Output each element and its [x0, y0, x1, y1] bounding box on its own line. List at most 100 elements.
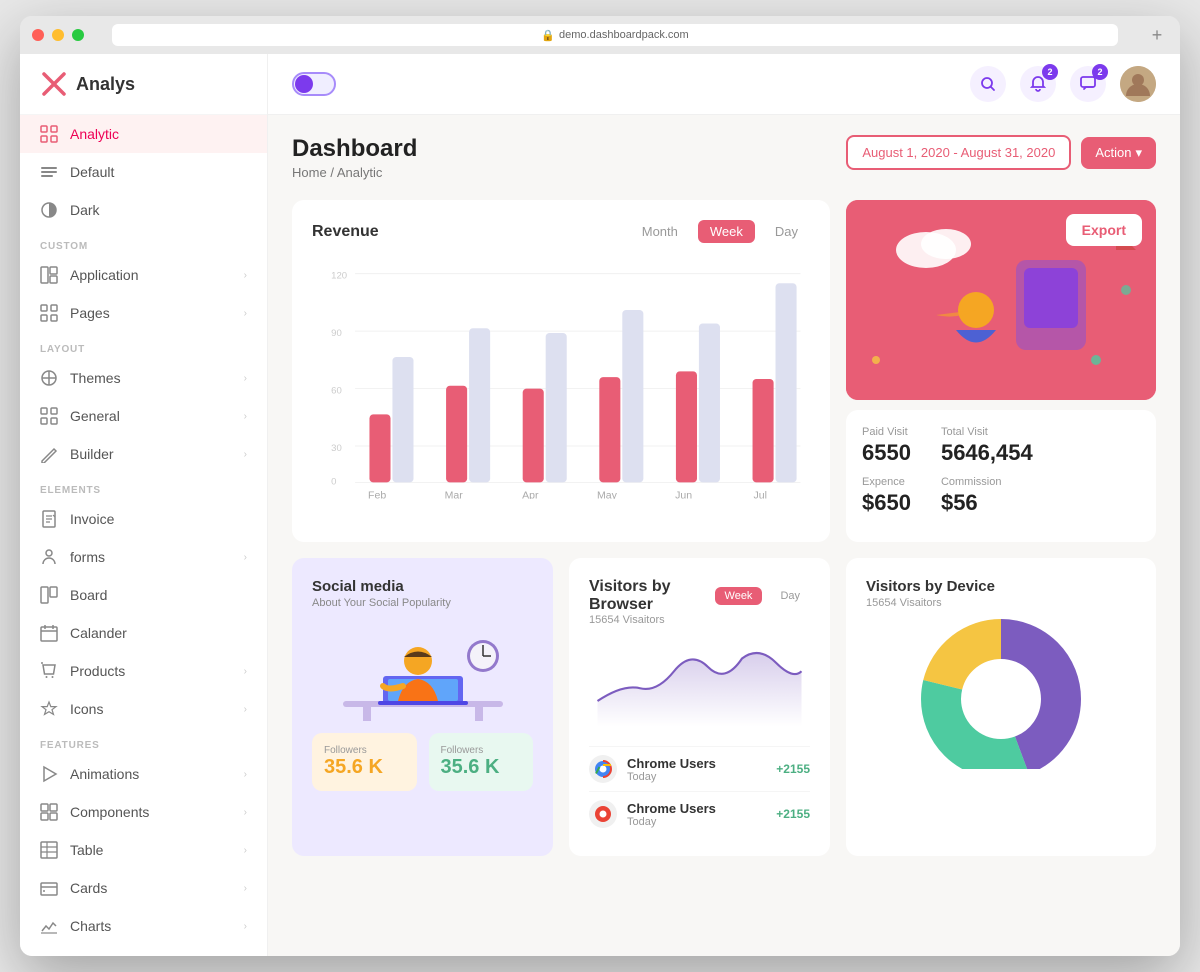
invoice-icon — [40, 510, 58, 528]
stats-row-finance: Expence $650 Commission $56 — [862, 476, 1140, 516]
chevron-right-icon: › — [244, 807, 247, 818]
toggle-container — [292, 72, 336, 96]
chevron-right-icon: › — [244, 308, 247, 319]
products-icon — [40, 662, 58, 680]
sidebar-item-board[interactable]: Board — [20, 576, 267, 614]
titlebar: 🔒 demo.dashboardpack.com + — [20, 16, 1180, 54]
svg-text:Jun: Jun — [675, 490, 692, 499]
sidebar-item-application[interactable]: Application › — [20, 256, 267, 294]
sidebar-item-icons[interactable]: Icons › — [20, 690, 267, 728]
sidebar-item-forms[interactable]: forms › — [20, 538, 267, 576]
sidebar-item-general-label: General — [70, 408, 232, 424]
sidebar-item-animations[interactable]: Animations › — [20, 755, 267, 793]
notifications-button[interactable]: 2 — [1020, 66, 1056, 102]
icons-icon — [40, 700, 58, 718]
avatar-image — [1120, 66, 1156, 102]
visitors-device-card: Visitors by Device 15654 Visaitors — [846, 558, 1156, 856]
svg-text:Mar: Mar — [445, 490, 464, 499]
chrome2-info: Chrome Users Today — [627, 801, 766, 828]
table-icon — [40, 841, 58, 859]
topbar: 2 2 — [268, 54, 1180, 115]
followers2-card: Followers 35.6 K — [429, 733, 534, 791]
total-visit-stat: Total Visit 5646,454 — [941, 426, 1033, 466]
sidebar-item-cards[interactable]: Cards › — [20, 869, 267, 907]
sidebar-item-pages[interactable]: Pages › — [20, 294, 267, 332]
breadcrumb: Home / Analytic — [292, 165, 417, 180]
browser-item-chrome: Chrome Users Today +2155 — [589, 746, 810, 791]
messages-button[interactable]: 2 — [1070, 66, 1106, 102]
export-card: Export — [846, 200, 1156, 400]
sidebar-item-builder[interactable]: Builder › — [20, 435, 267, 473]
sidebar-item-icons-label: Icons — [70, 701, 232, 717]
sidebar-item-general[interactable]: General › — [20, 397, 267, 435]
export-button[interactable]: Export — [1066, 214, 1142, 246]
chevron-right-icon: › — [244, 552, 247, 563]
expense-label: Expence — [862, 476, 911, 488]
chevron-right-icon: › — [244, 769, 247, 780]
browser-period-day[interactable]: Day — [770, 587, 810, 605]
commission-stat: Commission $56 — [941, 476, 1002, 516]
sidebar-item-dark[interactable]: Dark — [20, 191, 267, 229]
board-icon — [40, 586, 58, 604]
sidebar-item-products[interactable]: Products › — [20, 652, 267, 690]
date-range-button[interactable]: August 1, 2020 - August 31, 2020 — [846, 135, 1071, 170]
user-avatar[interactable] — [1120, 66, 1156, 102]
svg-text:May: May — [597, 490, 618, 499]
app-layout: Analys Analytic Default — [20, 54, 1180, 956]
general-icon — [40, 407, 58, 425]
theme-toggle[interactable] — [292, 72, 336, 96]
sidebar-item-components[interactable]: Components › — [20, 793, 267, 831]
browser-subtitle: 15654 Visaitors — [589, 614, 810, 626]
chevron-right-icon: › — [244, 270, 247, 281]
sidebar-item-themes[interactable]: Themes › — [20, 359, 267, 397]
page-header: Dashboard Home / Analytic August 1, 2020… — [292, 135, 1156, 180]
browser-period-week[interactable]: Week — [715, 587, 763, 605]
paid-visit-value: 6550 — [862, 440, 911, 466]
period-week[interactable]: Week — [698, 220, 755, 243]
followers1-value: 35.6 K — [324, 756, 405, 779]
sidebar-item-dark-label: Dark — [70, 202, 247, 218]
browser-period-tabs: Week Day — [715, 587, 810, 605]
breadcrumb-home[interactable]: Home — [292, 165, 327, 180]
followers2-value: 35.6 K — [441, 756, 522, 779]
stats-card: Paid Visit 6550 Total Visit 5646,454 — [846, 410, 1156, 542]
period-day[interactable]: Day — [763, 220, 810, 243]
topbar-actions: 2 2 — [970, 66, 1156, 102]
sidebar-item-charts[interactable]: Charts › — [20, 907, 267, 945]
minimize-button[interactable] — [52, 29, 64, 41]
sidebar-item-uikits[interactable]: UI Kits › — [20, 945, 267, 956]
right-panel: Export Paid Visit 6550 Total Visit — [846, 200, 1156, 542]
sidebar-item-invoice[interactable]: Invoice — [20, 500, 267, 538]
sidebar-item-themes-label: Themes — [70, 370, 232, 386]
svg-text:90: 90 — [331, 328, 342, 339]
search-button[interactable] — [970, 66, 1006, 102]
sidebar-item-calander[interactable]: Calander — [20, 614, 267, 652]
sidebar-item-charts-label: Charts — [70, 918, 232, 934]
expense-stat: Expence $650 — [862, 476, 911, 516]
sidebar-item-invoice-label: Invoice — [70, 511, 247, 527]
close-button[interactable] — [32, 29, 44, 41]
sidebar-item-default[interactable]: Default — [20, 153, 267, 191]
top-cards-grid: Revenue Month Week Day 120 90 — [292, 200, 1156, 542]
revenue-card: Revenue Month Week Day 120 90 — [292, 200, 830, 542]
chrome2-name: Chrome Users — [627, 801, 766, 816]
address-bar[interactable]: 🔒 demo.dashboardpack.com — [112, 24, 1118, 46]
maximize-button[interactable] — [72, 29, 84, 41]
header-actions: August 1, 2020 - August 31, 2020 Action … — [846, 135, 1156, 170]
lock-icon: 🔒 — [541, 29, 555, 42]
chrome-date: Today — [627, 771, 766, 783]
new-tab-button[interactable]: + — [1146, 24, 1168, 46]
components-icon — [40, 803, 58, 821]
sidebar-item-analytic[interactable]: Analytic — [20, 115, 267, 153]
svg-text:120: 120 — [331, 270, 347, 281]
app-window: 🔒 demo.dashboardpack.com + Analys — [20, 16, 1180, 956]
social-media-title: Social media — [312, 578, 533, 595]
period-month[interactable]: Month — [630, 220, 690, 243]
chevron-right-icon: › — [244, 411, 247, 422]
chrome2-date: Today — [627, 816, 766, 828]
chrome-info: Chrome Users Today — [627, 756, 766, 783]
sidebar-item-table[interactable]: Table › — [20, 831, 267, 869]
forms-icon — [40, 548, 58, 566]
action-button[interactable]: Action ▾ — [1081, 137, 1156, 169]
svg-text:60: 60 — [331, 385, 342, 396]
